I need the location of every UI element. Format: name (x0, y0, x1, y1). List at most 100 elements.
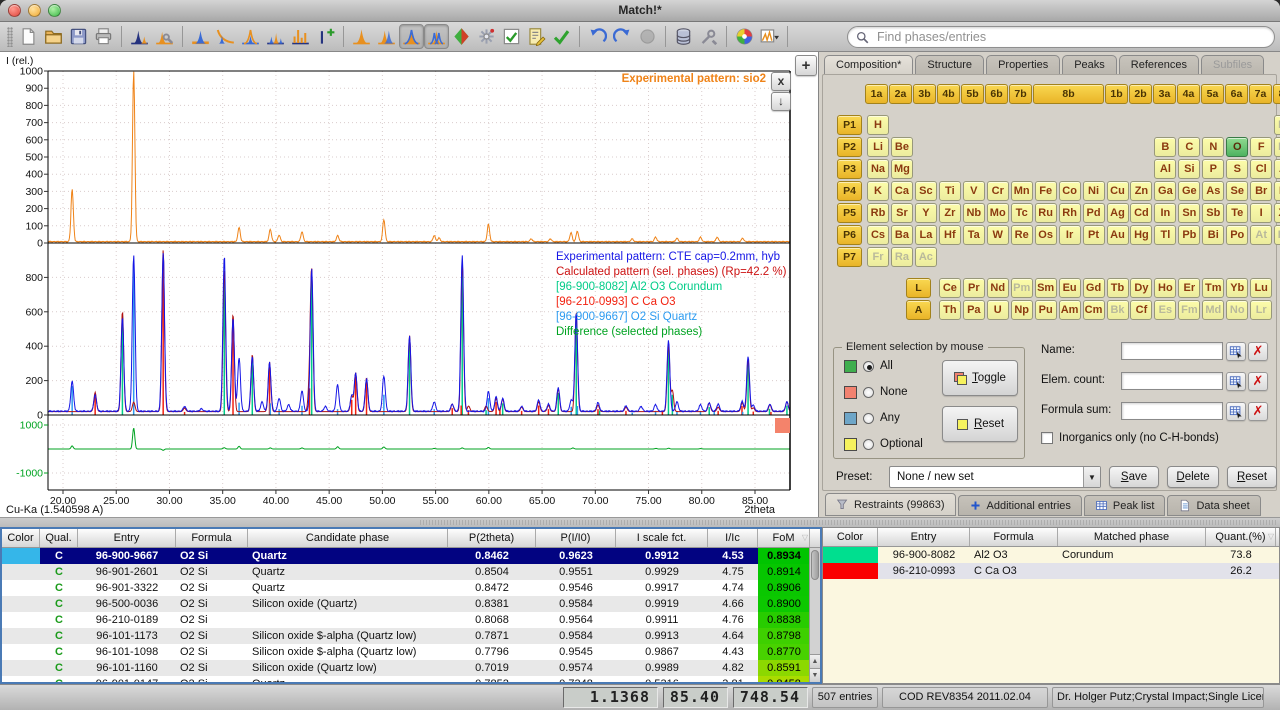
matched-row-96-900-8082[interactable]: 96-900-8082Al2 O3Corundum73.8 (823, 547, 1279, 563)
column-header-entry[interactable]: Entry (878, 528, 970, 546)
element-sm[interactable]: Sm (1035, 278, 1057, 298)
element-br[interactable]: Br (1250, 181, 1272, 201)
element-k[interactable]: K (867, 181, 889, 201)
element-ar[interactable]: Ar (1274, 159, 1280, 179)
diffraction-chart-region[interactable]: 0100200300400500600700800900100080060040… (0, 52, 818, 517)
element-pd[interactable]: Pd (1083, 203, 1105, 223)
collapse-pattern-button[interactable]: ↓ (771, 92, 791, 111)
element-hg[interactable]: Hg (1130, 225, 1152, 245)
accept-button[interactable] (549, 24, 574, 49)
horizontal-splitter[interactable] (0, 517, 1280, 527)
formula-sum-input[interactable] (1121, 402, 1223, 420)
import-pattern-button[interactable] (127, 24, 152, 49)
element-p[interactable]: P (1202, 159, 1224, 179)
preset-combo[interactable]: None / new set ▼ (889, 466, 1101, 488)
element-ti[interactable]: Ti (939, 181, 961, 201)
element-in[interactable]: In (1154, 203, 1176, 223)
candidate-row-96-500-0036[interactable]: C96-500-0036O2 SiSilicon oxide (Quartz)0… (2, 596, 820, 612)
tab-references[interactable]: References (1119, 55, 1199, 75)
column-header-quant[interactable]: Quant.(%)▽ (1206, 528, 1276, 546)
column-header-fom[interactable]: FoM▽ (758, 529, 810, 547)
all-radio[interactable] (863, 361, 874, 372)
element-lu[interactable]: Lu (1250, 278, 1272, 298)
column-header-p-2theta[interactable]: P(2theta) (448, 529, 536, 547)
element-cf[interactable]: Cf (1130, 300, 1152, 320)
element-fr[interactable]: Fr (867, 247, 889, 267)
element-he[interactable]: He (1274, 115, 1280, 135)
element-es[interactable]: Es (1154, 300, 1176, 320)
group-button-3b[interactable]: 3b (913, 84, 936, 104)
element-n[interactable]: N (1202, 137, 1224, 157)
element-be[interactable]: Be (891, 137, 913, 157)
element-pm[interactable]: Pm (1011, 278, 1033, 298)
elem--count-select-button[interactable] (1226, 372, 1246, 391)
add-pattern-button[interactable]: + (795, 55, 817, 76)
element-se[interactable]: Se (1226, 181, 1248, 201)
element-ta[interactable]: Ta (963, 225, 985, 245)
element-pa[interactable]: Pa (963, 300, 985, 320)
element-np[interactable]: Np (1011, 300, 1033, 320)
group-button-2b[interactable]: 2b (1129, 84, 1152, 104)
element-cs[interactable]: Cs (867, 225, 889, 245)
candidate-row-96-900-9667[interactable]: C96-900-9667O2 SiQuartz0.84620.96230.991… (2, 548, 820, 564)
element-v[interactable]: V (963, 181, 985, 201)
element-fm[interactable]: Fm (1178, 300, 1200, 320)
entry-check-button[interactable] (499, 24, 524, 49)
element-eu[interactable]: Eu (1059, 278, 1081, 298)
element-li[interactable]: Li (867, 137, 889, 157)
group-button-4b[interactable]: 4b (937, 84, 960, 104)
element-b[interactable]: B (1154, 137, 1176, 157)
element-yb[interactable]: Yb (1226, 278, 1248, 298)
pattern-menu-button[interactable] (757, 24, 782, 49)
raw-data-tools-button[interactable] (152, 24, 177, 49)
automatic-matching-button[interactable] (474, 24, 499, 49)
optional-radio[interactable] (863, 439, 874, 450)
element-at[interactable]: At (1250, 225, 1272, 245)
group-button-5b[interactable]: 5b (961, 84, 984, 104)
column-header-color[interactable]: Color (823, 528, 878, 546)
elem--count-input[interactable] (1121, 372, 1223, 390)
group-button-1b[interactable]: 1b (1105, 84, 1128, 104)
element-na[interactable]: Na (867, 159, 889, 179)
elem--count-clear-button[interactable]: ✗ (1248, 372, 1268, 391)
candidate-row-96-901-2601[interactable]: C96-901-2601O2 SiQuartz0.85040.95510.992… (2, 564, 820, 580)
redo-button[interactable] (610, 24, 635, 49)
candidate-row-96-210-0189[interactable]: C96-210-0189O2 Si0.80680.95640.99114.760… (2, 612, 820, 628)
element-sb[interactable]: Sb (1202, 203, 1224, 223)
tab-subfiles[interactable]: Subfiles (1201, 55, 1264, 75)
element-xe[interactable]: Xe (1274, 203, 1280, 223)
element-sn[interactable]: Sn (1178, 203, 1200, 223)
preset-save-button[interactable]: Save (1109, 466, 1159, 488)
element-si[interactable]: Si (1178, 159, 1200, 179)
candidate-row-96-901-0147[interactable]: C96-901-0147O2 SiQuartz0.78520.73480.531… (2, 676, 820, 684)
element-mo[interactable]: Mo (987, 203, 1009, 223)
scrollbar-thumb[interactable] (811, 550, 819, 580)
element-sr[interactable]: Sr (891, 203, 913, 223)
preset-delete-button[interactable]: Delete (1167, 466, 1219, 488)
element-ge[interactable]: Ge (1178, 181, 1200, 201)
tab-additional-entries[interactable]: Additional entries (958, 495, 1082, 516)
expand-fit-button[interactable] (449, 24, 474, 49)
preset-reset-button[interactable]: Reset (1227, 466, 1277, 488)
period-button-p6[interactable]: P6 (837, 225, 862, 245)
element-hf[interactable]: Hf (939, 225, 961, 245)
scroll-up-button[interactable]: ▲ (810, 654, 820, 668)
titlebar[interactable]: Match!* (0, 0, 1280, 22)
element-cd[interactable]: Cd (1130, 203, 1152, 223)
element-s[interactable]: S (1226, 159, 1248, 179)
element-ga[interactable]: Ga (1154, 181, 1176, 201)
element-co[interactable]: Co (1059, 181, 1081, 201)
element-nd[interactable]: Nd (987, 278, 1009, 298)
element-ru[interactable]: Ru (1035, 203, 1057, 223)
column-header-i-scale-fct[interactable]: I scale fct. (616, 529, 708, 547)
element-dy[interactable]: Dy (1130, 278, 1152, 298)
name-clear-button[interactable]: ✗ (1248, 342, 1268, 361)
record-button[interactable] (635, 24, 660, 49)
group-button-8a[interactable]: 8a (1273, 84, 1280, 104)
candidate-row-96-101-1098[interactable]: C96-101-1098O2 SiSilicon oxide $-alpha (… (2, 644, 820, 660)
element-ce[interactable]: Ce (939, 278, 961, 298)
element-c[interactable]: C (1178, 137, 1200, 157)
candidate-table-scrollbar[interactable]: ▲▼ (809, 548, 820, 682)
profile-fit-button[interactable] (238, 24, 263, 49)
show-profile-button[interactable] (399, 24, 424, 49)
